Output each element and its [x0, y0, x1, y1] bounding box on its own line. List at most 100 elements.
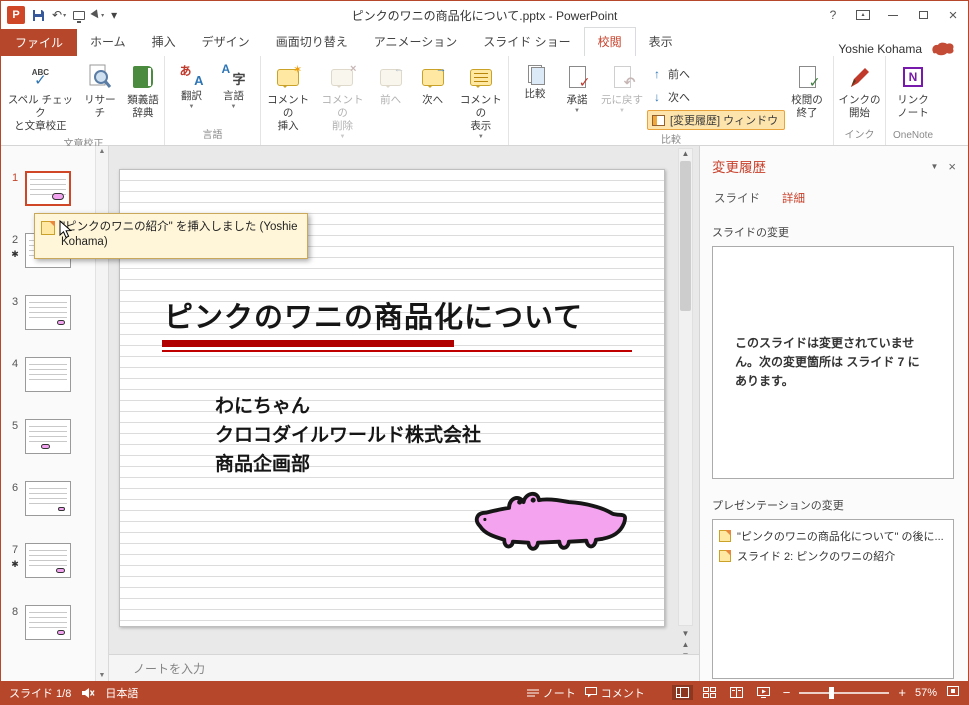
zoom-slider[interactable] [799, 692, 889, 694]
reading-view-icon[interactable] [726, 685, 747, 700]
account-area[interactable]: Yoshie Kohama [838, 41, 968, 56]
slide-number: 7 [12, 544, 18, 556]
slideshow-view-icon[interactable] [753, 685, 774, 700]
start-from-beginning-icon[interactable] [73, 11, 85, 20]
revision-note-icon [719, 550, 731, 562]
reviewing-pane-button[interactable]: [変更履歴] ウィンドウ [647, 110, 785, 130]
tab-design[interactable]: デザイン [189, 28, 263, 56]
revision-item-insert-after[interactable]: "ピンクのワニの商品化について" の後に... [719, 526, 947, 546]
next-change-button[interactable]: ↓ 次へ [647, 87, 785, 107]
no-changes-message: このスライドは変更されていません。次の変更箇所は スライド 7 にあります。 [713, 334, 953, 391]
slide-title[interactable]: ピンクのワニの商品化について [164, 294, 583, 336]
accept-button[interactable]: ✓ 承諾 ▼ [557, 59, 597, 115]
compare-button[interactable]: 比較 [515, 59, 555, 102]
slide-sorter-view-icon[interactable] [699, 685, 720, 700]
normal-view-icon[interactable] [672, 685, 693, 700]
tab-review[interactable]: 校閲 [584, 27, 636, 56]
delete-comment-icon: × [331, 62, 353, 92]
ribbon-group-comments: ✶ コメントの 挿入 × コメントの 削除 ▼ ← 前へ [261, 56, 509, 145]
slide-thumbnail-3[interactable]: 3 [5, 295, 108, 330]
start-inking-button[interactable]: インクの 開始 [837, 59, 883, 121]
notes-pane[interactable]: ノートを入力 [109, 654, 699, 681]
previous-change-button[interactable]: ↑ 前へ [647, 64, 785, 84]
tab-revisions-details[interactable]: 詳細 [782, 190, 805, 206]
tab-file[interactable]: ファイル [1, 29, 77, 56]
tab-home[interactable]: ホーム [77, 28, 139, 56]
comments-toggle-button[interactable]: コメント [585, 685, 645, 701]
revision-note-icon [41, 221, 55, 235]
show-comments-button[interactable]: コメントの 表示 ▼ [455, 59, 507, 141]
customize-qat-icon[interactable]: ▾ [111, 8, 117, 22]
linked-notes-button[interactable]: N リンク ノート [893, 59, 933, 121]
spell-check-button[interactable]: ABC✓ スペル チェック と文章校正 [4, 59, 77, 134]
pane-menu-icon[interactable]: ▼ [922, 162, 946, 171]
tab-slideshow[interactable]: スライド ショー [470, 28, 583, 56]
zoom-in-icon[interactable]: + [898, 686, 906, 699]
slide-body-text[interactable]: わにちゃん クロコダイルワールド株式会社 商品企画部 [215, 392, 481, 479]
mute-speaker-icon[interactable] [81, 687, 95, 699]
slide-counter[interactable]: スライド 1/8 [9, 685, 71, 701]
tab-view[interactable]: 表示 [636, 28, 686, 56]
thesaurus-button[interactable]: 類義語 辞典 [123, 59, 163, 121]
ribbon-group-compare: 比較 ✓ 承諾 ▼ ↶ 元に戻す ▼ [509, 56, 834, 145]
ribbon-group-proofing: ABC✓ スペル チェック と文章校正 リサーチ 類義語 辞典 文章校正 [3, 56, 165, 145]
research-button[interactable]: リサーチ [79, 59, 121, 121]
accept-icon: ✓ [569, 62, 586, 92]
tab-insert[interactable]: 挿入 [139, 28, 189, 56]
slide-thumbnail-6[interactable]: 6 [5, 481, 108, 516]
window-controls: ? ▴ × [818, 1, 968, 29]
slide-thumbnail-7[interactable]: 7✱ [5, 543, 108, 578]
research-icon [88, 62, 112, 92]
status-bar: スライド 1/8 日本語 ノート コメント [1, 681, 968, 704]
tab-animations[interactable]: アニメーション [361, 28, 471, 56]
delete-comment-button[interactable]: × コメントの 削除 ▼ [316, 59, 368, 141]
translate-button[interactable]: あA 翻訳 ▼ [172, 59, 212, 111]
save-icon[interactable] [32, 9, 45, 22]
undo-icon[interactable]: ↶▾ [52, 8, 66, 22]
tab-transitions[interactable]: 画面切り替え [263, 28, 361, 56]
slide-thumbnail-1[interactable]: 1 [5, 171, 108, 206]
ribbon-display-options-icon[interactable]: ▴ [848, 1, 878, 29]
mouse-cursor [59, 220, 72, 242]
pane-close-icon[interactable]: × [946, 159, 958, 174]
minimize-icon[interactable] [878, 1, 908, 29]
help-icon[interactable]: ? [818, 1, 848, 29]
language-indicator[interactable]: 日本語 [105, 685, 138, 701]
scroll-down-icon[interactable]: ▼ [99, 672, 106, 679]
fit-slide-icon[interactable] [946, 685, 960, 700]
scrollbar-thumb[interactable] [680, 161, 691, 311]
slide-thumbnail-4[interactable]: 4 [5, 357, 108, 392]
scroll-down-icon[interactable]: ▼ [682, 629, 690, 638]
slide-scrollbar[interactable]: ▲ [678, 148, 693, 626]
notes-toggle-button[interactable]: ノート [527, 685, 576, 701]
group-label-onenote: OneNote [887, 129, 939, 145]
slide-thumbnail-5[interactable]: 5 [5, 419, 108, 454]
previous-comment-button[interactable]: ← 前へ [371, 59, 411, 108]
ribbon-tab-row: ファイル ホーム 挿入 デザイン 画面切り替え アニメーション スライド ショー… [1, 29, 968, 56]
reject-button[interactable]: ↶ 元に戻す ▼ [599, 59, 645, 115]
close-icon[interactable]: × [938, 1, 968, 29]
touch-mode-icon[interactable]: ▾ [92, 11, 104, 19]
ribbon-group-language: あA 翻訳 ▼ A字 言語 ▼ 言語 [165, 56, 261, 145]
scroll-up-icon[interactable]: ▲ [682, 149, 690, 158]
maximize-icon[interactable] [908, 1, 938, 29]
slide-number: 8 [12, 606, 18, 618]
end-review-button[interactable]: ✓ 校閲の 終了 [787, 59, 827, 121]
slide-thumbnail-8[interactable]: 8 [5, 605, 108, 640]
slide-number: 3 [12, 296, 18, 308]
zoom-level[interactable]: 57% [915, 687, 937, 699]
pink-crocodile-drawing[interactable] [470, 476, 635, 564]
zoom-slider-handle[interactable] [829, 687, 834, 699]
tab-revisions-slides[interactable]: スライド [714, 190, 760, 206]
revision-item-slide2[interactable]: スライド 2: ピンクのワニの紹介 [719, 546, 947, 566]
slide-number: 6 [12, 482, 18, 494]
new-comment-button[interactable]: ✶ コメントの 挿入 [262, 59, 314, 134]
language-button[interactable]: A字 言語 ▼ [214, 59, 254, 111]
scroll-up-icon[interactable]: ▲ [99, 148, 106, 155]
slide-number: 5 [12, 420, 18, 432]
powerpoint-app-icon[interactable]: P [7, 6, 25, 24]
next-comment-button[interactable]: → 次へ [413, 59, 453, 108]
ribbon-group-ink: インクの 開始 インク [834, 56, 886, 145]
zoom-out-icon[interactable]: − [783, 686, 791, 699]
previous-slide-icon[interactable]: ▲ [682, 640, 690, 649]
